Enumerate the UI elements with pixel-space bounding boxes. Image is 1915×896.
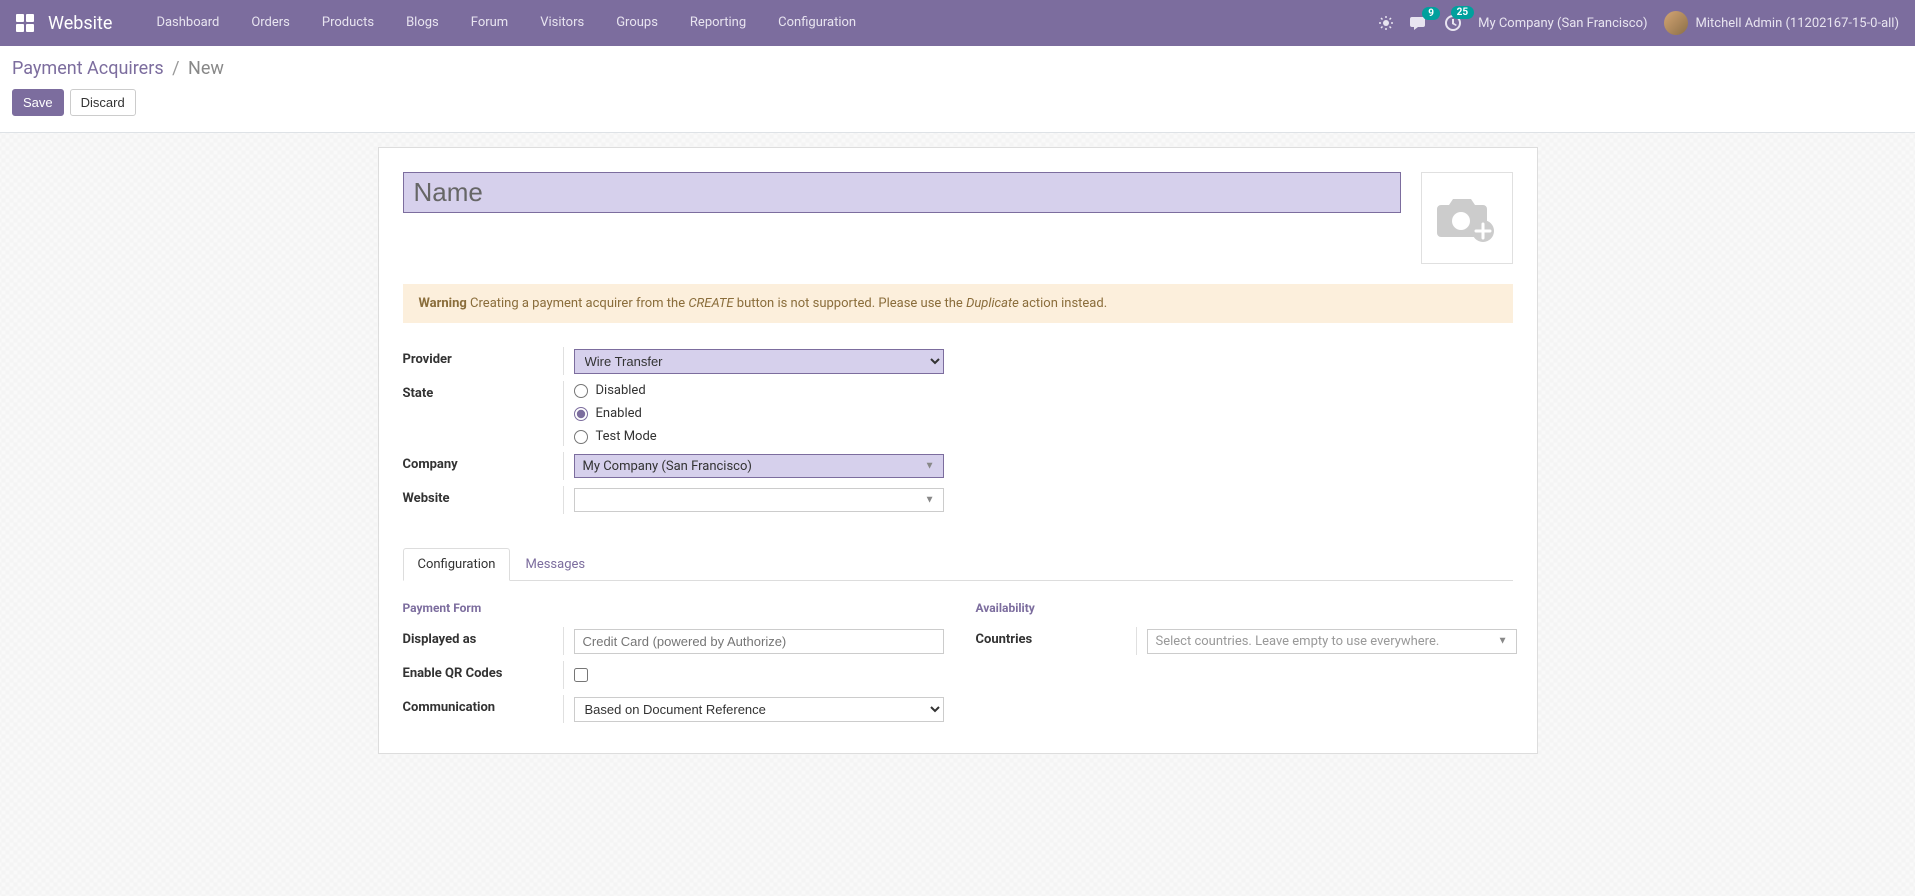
nav-orders[interactable]: Orders: [235, 0, 306, 46]
radio-disabled[interactable]: [574, 384, 588, 398]
nav-forum[interactable]: Forum: [455, 0, 524, 46]
save-button[interactable]: Save: [12, 89, 64, 116]
debug-icon[interactable]: [1378, 15, 1394, 31]
tab-configuration[interactable]: Configuration: [403, 548, 511, 581]
tab-messages[interactable]: Messages: [510, 548, 600, 581]
enable-qr-checkbox[interactable]: [574, 668, 588, 682]
user-name: Mitchell Admin (11202167-15-0-all): [1696, 16, 1899, 31]
activities-icon[interactable]: 25: [1444, 14, 1462, 32]
navbar: Website Dashboard Orders Products Blogs …: [0, 0, 1915, 46]
messages-badge: 9: [1422, 7, 1440, 20]
discard-button[interactable]: Discard: [70, 89, 136, 116]
chevron-down-icon: ▼: [1498, 636, 1508, 647]
radio-enabled[interactable]: [574, 407, 588, 421]
state-enabled[interactable]: Enabled: [574, 406, 958, 421]
user-menu[interactable]: Mitchell Admin (11202167-15-0-all): [1664, 11, 1899, 35]
breadcrumb-parent[interactable]: Payment Acquirers: [12, 58, 164, 79]
form-sheet: Warning Creating a payment acquirer from…: [378, 147, 1538, 754]
nav-blogs[interactable]: Blogs: [390, 0, 455, 46]
nav-dashboard[interactable]: Dashboard: [140, 0, 235, 46]
nav-configuration[interactable]: Configuration: [762, 0, 872, 46]
chevron-down-icon: ▼: [925, 461, 935, 472]
content-area: Warning Creating a payment acquirer from…: [0, 133, 1915, 896]
apps-icon[interactable]: [16, 14, 34, 32]
nav-groups[interactable]: Groups: [600, 0, 674, 46]
provider-select[interactable]: Wire Transfer: [574, 349, 944, 374]
label-website: Website: [403, 486, 563, 506]
activities-badge: 25: [1451, 6, 1474, 19]
state-disabled[interactable]: Disabled: [574, 383, 958, 398]
nav-visitors[interactable]: Visitors: [524, 0, 600, 46]
website-select[interactable]: ▼: [574, 488, 944, 512]
nav-products[interactable]: Products: [306, 0, 390, 46]
state-test[interactable]: Test Mode: [574, 429, 958, 444]
nav-reporting[interactable]: Reporting: [674, 0, 762, 46]
control-panel: Payment Acquirers / New Save Discard: [0, 46, 1915, 133]
warning-alert: Warning Creating a payment acquirer from…: [403, 284, 1513, 323]
tab-content-configuration: Payment Form Displayed as Enable QR Code…: [403, 601, 1513, 729]
image-upload[interactable]: [1421, 172, 1513, 264]
label-provider: Provider: [403, 347, 563, 367]
company-selector[interactable]: My Company (San Francisco): [1478, 16, 1647, 31]
breadcrumb-current: New: [188, 58, 224, 79]
label-displayed-as: Displayed as: [403, 627, 563, 647]
label-communication: Communication: [403, 695, 563, 715]
communication-select[interactable]: Based on Document Reference: [574, 697, 944, 722]
avatar: [1664, 11, 1688, 35]
section-availability: Availability: [976, 601, 1517, 615]
chevron-down-icon: ▼: [925, 495, 935, 506]
nav-menu: Dashboard Orders Products Blogs Forum Vi…: [140, 0, 872, 46]
tabs: Configuration Messages: [403, 548, 1513, 581]
breadcrumb: Payment Acquirers / New: [12, 58, 1899, 79]
label-company: Company: [403, 452, 563, 472]
displayed-as-input[interactable]: [574, 629, 944, 654]
name-input[interactable]: [403, 172, 1401, 213]
messages-icon[interactable]: 9: [1410, 15, 1428, 31]
company-select[interactable]: My Company (San Francisco) ▼: [574, 454, 944, 478]
section-payment-form: Payment Form: [403, 601, 944, 615]
breadcrumb-separator: /: [172, 58, 179, 79]
warning-label: Warning: [419, 296, 467, 311]
countries-select[interactable]: Select countries. Leave empty to use eve…: [1147, 629, 1517, 654]
label-state: State: [403, 381, 563, 401]
state-radio-group: Disabled Enabled Test Mode: [574, 381, 958, 446]
brand[interactable]: Website: [48, 13, 112, 34]
label-countries: Countries: [976, 627, 1136, 647]
label-enable-qr: Enable QR Codes: [403, 661, 563, 681]
radio-test[interactable]: [574, 430, 588, 444]
